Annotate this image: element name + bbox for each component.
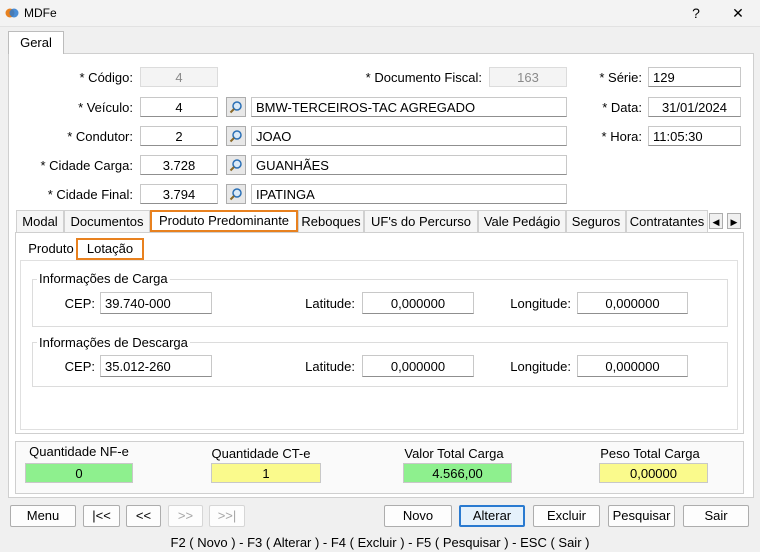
- cidade-final-code-field[interactable]: 3.794: [140, 184, 218, 204]
- pesquisar-button[interactable]: Pesquisar: [608, 505, 675, 527]
- cidade-final-desc-field[interactable]: IPATINGA: [251, 184, 567, 204]
- condutor-code-field[interactable]: 2: [140, 126, 218, 146]
- data-label: * Data:: [602, 100, 642, 115]
- qtd-cte-label: Quantidade CT-e: [211, 446, 311, 461]
- title-bar: [0, 0, 760, 27]
- tab-modal[interactable]: Modal: [16, 210, 64, 232]
- carga-latitude-field[interactable]: 0,000000: [362, 292, 474, 314]
- last-record-button[interactable]: >>|: [209, 505, 245, 527]
- tab-contratantes[interactable]: Contratantes: [626, 210, 708, 232]
- valor-total-label: Valor Total Carga: [404, 446, 504, 461]
- descarga-longitude-field[interactable]: 0,000000: [577, 355, 688, 377]
- hora-label: * Hora:: [601, 129, 642, 144]
- serie-field[interactable]: 129: [648, 67, 741, 87]
- codigo-field: 4: [140, 67, 218, 87]
- tab-geral[interactable]: Geral: [8, 31, 64, 54]
- window-title: MDFe: [24, 6, 57, 20]
- peso-total-value: 0,00000: [599, 463, 708, 483]
- documento-fiscal-field: 163: [489, 67, 567, 87]
- descarga-latitude-field[interactable]: 0,000000: [362, 355, 474, 377]
- chevron-left-icon: ◀: [712, 217, 720, 227]
- cidade-carga-code-field[interactable]: 3.728: [140, 155, 218, 175]
- descarga-cep-label: CEP:: [64, 359, 95, 374]
- alterar-button[interactable]: Alterar: [459, 505, 525, 527]
- data-field[interactable]: 31/01/2024: [648, 97, 741, 117]
- cidade-carga-label: * Cidade Carga:: [40, 158, 134, 173]
- qtd-nfe-value: 0: [25, 463, 133, 483]
- next-record-button[interactable]: >>: [168, 505, 203, 527]
- carga-longitude-label: Longitude:: [510, 296, 571, 311]
- sair-button[interactable]: Sair: [683, 505, 749, 527]
- novo-button[interactable]: Novo: [384, 505, 452, 527]
- veiculo-code-field[interactable]: 4: [140, 97, 218, 117]
- subtab-lotacao[interactable]: Lotação: [76, 238, 144, 260]
- condutor-desc-field[interactable]: JOAO: [251, 126, 567, 146]
- descarga-cep-field[interactable]: 35.012-260: [100, 355, 212, 377]
- qtd-cte-value: 1: [211, 463, 321, 483]
- descarga-longitude-label: Longitude:: [510, 359, 571, 374]
- tabs-scroll-left-button[interactable]: ◀: [709, 213, 723, 229]
- peso-total-label: Peso Total Carga: [600, 446, 700, 461]
- cidade-final-label: * Cidade Final:: [47, 187, 133, 202]
- search-icon: [229, 188, 242, 201]
- hotkeys-hint: F2 ( Novo ) - F3 ( Alterar ) - F4 ( Excl…: [170, 535, 590, 550]
- serie-label: * Série:: [599, 70, 642, 85]
- condutor-search-button[interactable]: [226, 126, 246, 146]
- hora-field[interactable]: 11:05:30: [648, 126, 741, 146]
- chevron-right-icon: ▶: [730, 217, 738, 227]
- tab-seguros[interactable]: Seguros: [566, 210, 626, 232]
- help-button[interactable]: ?: [685, 3, 707, 23]
- valor-total-value: 4.566,00: [403, 463, 512, 483]
- prev-record-button[interactable]: <<: [126, 505, 161, 527]
- close-button[interactable]: ✕: [727, 3, 749, 23]
- carga-group-title: Informações de Carga: [37, 271, 170, 286]
- carga-latitude-label: Latitude:: [305, 296, 355, 311]
- descarga-latitude-label: Latitude:: [305, 359, 355, 374]
- documento-fiscal-label: * Documento Fiscal:: [365, 70, 482, 85]
- excluir-button[interactable]: Excluir: [533, 505, 600, 527]
- cidade-carga-search-button[interactable]: [226, 155, 246, 175]
- tab-reboques[interactable]: Reboques: [298, 210, 364, 232]
- search-icon: [229, 130, 242, 143]
- tab-documentos[interactable]: Documentos: [64, 210, 150, 232]
- cidade-final-search-button[interactable]: [226, 184, 246, 204]
- carga-cep-label: CEP:: [64, 296, 95, 311]
- menu-button[interactable]: Menu: [10, 505, 76, 527]
- carga-cep-field[interactable]: 39.740-000: [100, 292, 212, 314]
- first-record-button[interactable]: |<<: [83, 505, 120, 527]
- search-icon: [229, 101, 242, 114]
- cidade-carga-desc-field[interactable]: GUANHÃES: [251, 155, 567, 175]
- veiculo-search-button[interactable]: [226, 97, 246, 117]
- tab-vale-pedagio[interactable]: Vale Pedágio: [478, 210, 566, 232]
- tabs-scroll-right-button[interactable]: ▶: [727, 213, 741, 229]
- veiculo-desc-field[interactable]: BMW-TERCEIROS-TAC AGREGADO: [251, 97, 567, 117]
- app-logo-icon: [5, 8, 19, 18]
- veiculo-label: * Veículo:: [78, 100, 133, 115]
- qtd-nfe-label: Quantidade NF-e: [29, 444, 129, 459]
- tab-produto-predominante[interactable]: Produto Predominante: [150, 210, 298, 232]
- subtab-produto[interactable]: Produto: [26, 238, 76, 260]
- codigo-label: * Código:: [79, 70, 133, 85]
- carga-longitude-field[interactable]: 0,000000: [577, 292, 688, 314]
- search-icon: [229, 159, 242, 172]
- descarga-group-title: Informações de Descarga: [37, 335, 190, 350]
- condutor-label: * Condutor:: [67, 129, 133, 144]
- tab-ufs-percurso[interactable]: UF's do Percurso: [364, 210, 478, 232]
